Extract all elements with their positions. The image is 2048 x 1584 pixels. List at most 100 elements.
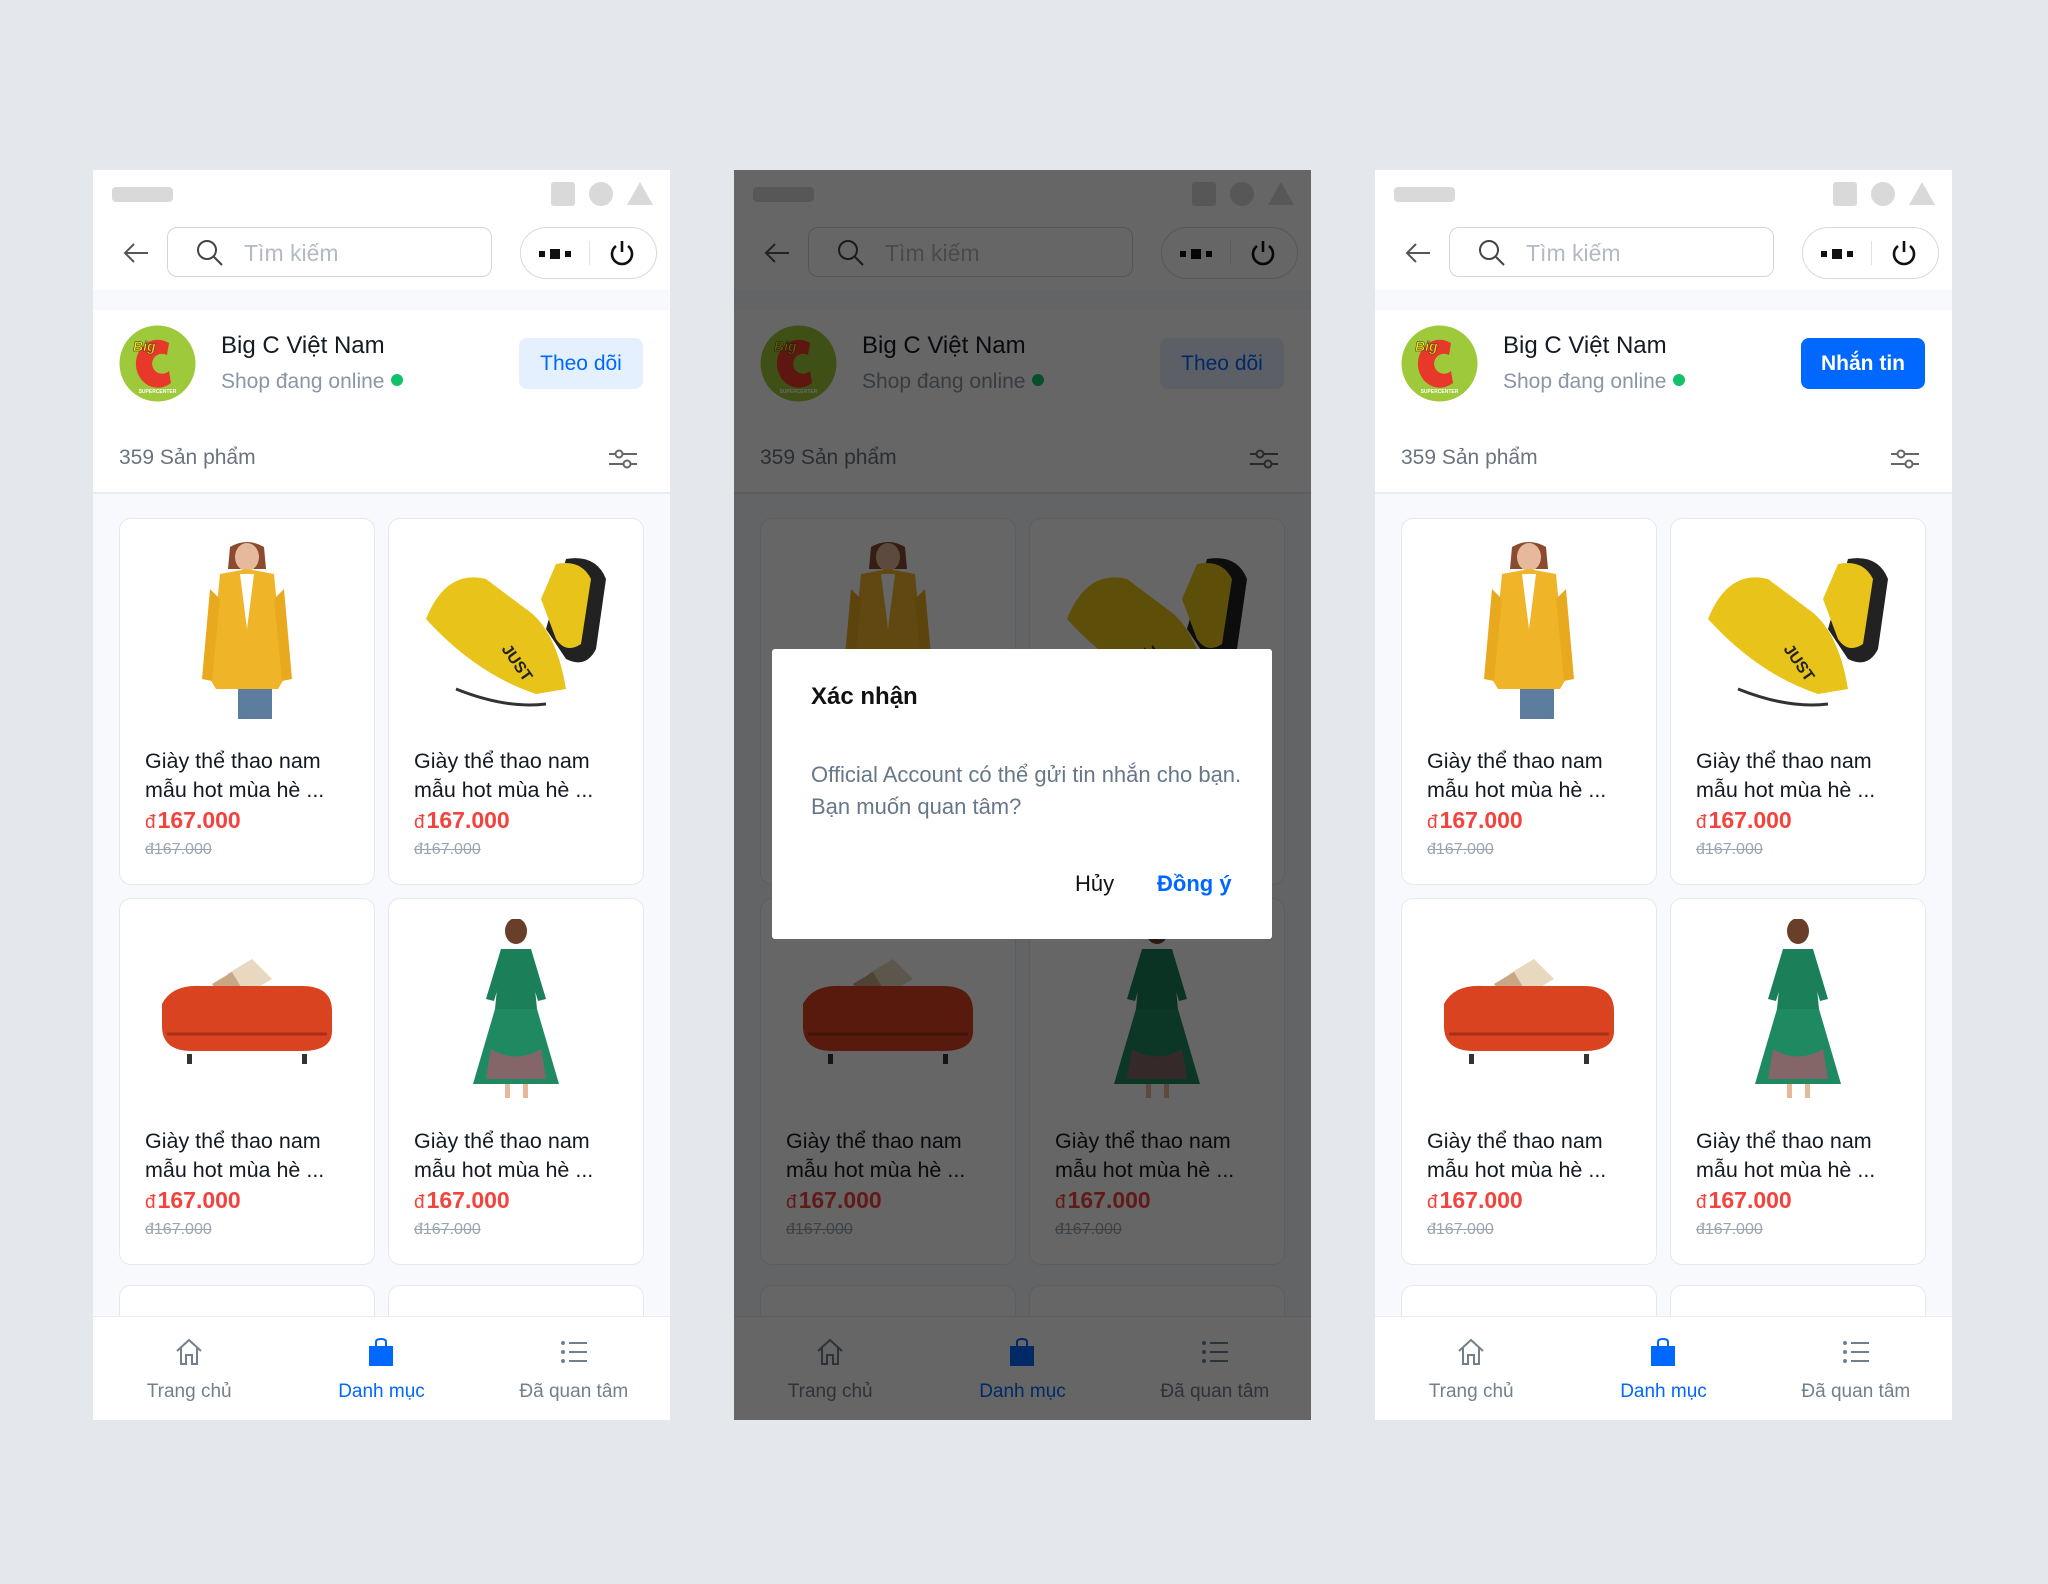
confirm-button[interactable]: Đồng ý [1157, 871, 1232, 897]
more-icon[interactable] [539, 248, 571, 260]
nav-item-1[interactable]: Danh mục [1567, 1317, 1759, 1420]
capsule-divider [1871, 241, 1872, 265]
cancel-button[interactable]: Hủy [1075, 871, 1114, 897]
product-card[interactable]: Giày thể thao nam mẫu hot mùa hè ... đ16… [1401, 898, 1657, 1265]
status-bar [1375, 170, 1952, 220]
search-input[interactable]: Tìm kiếm [1449, 227, 1774, 277]
product-old-price: đ167.000 [1696, 1221, 1763, 1238]
currency-symbol: đ [414, 812, 425, 833]
price-value: 167.000 [157, 1187, 241, 1213]
shop-name: Big C Việt Nam [221, 332, 385, 359]
shop-action-button[interactable]: Nhắn tin [1801, 338, 1925, 389]
svg-text:SUPERCENTER: SUPERCENTER [1421, 389, 1459, 395]
nav-item-0[interactable]: Trang chủ [93, 1317, 285, 1420]
svg-text:Big: Big [133, 338, 156, 354]
more-icon[interactable] [1821, 248, 1853, 260]
product-price: đ167.000 [1427, 1187, 1523, 1214]
product-card[interactable]: JUST Giày thể thao nam mẫu hot mùa hè ..… [388, 518, 644, 885]
filter-icon[interactable] [608, 446, 638, 472]
status-square-icon [551, 182, 575, 206]
price-value: 167.000 [1439, 1187, 1523, 1213]
product-image [120, 919, 374, 1099]
back-arrow-icon[interactable] [1403, 238, 1433, 268]
filter-icon[interactable] [1890, 446, 1920, 472]
product-title: Giày thể thao nam mẫu hot mùa hè ... [414, 749, 594, 802]
product-price: đ167.000 [1696, 807, 1792, 834]
product-old-price: đ167.000 [414, 841, 481, 858]
back-arrow-icon[interactable] [121, 238, 151, 268]
product-old-price: đ167.000 [1427, 841, 1494, 858]
product-price: đ167.000 [414, 807, 510, 834]
search-input[interactable]: Tìm kiếm [167, 227, 492, 277]
product-card[interactable]: Giày thể thao nam mẫu hot mùa hè ... đ16… [119, 518, 375, 885]
product-old-price: đ167.000 [414, 1221, 481, 1238]
product-price: đ167.000 [414, 1187, 510, 1214]
nav-label: Trang chủ [146, 1381, 232, 1402]
currency-symbol: đ [145, 1192, 156, 1213]
dialog-title: Xác nhận [811, 683, 918, 710]
product-card[interactable]: Giày thể thao nam mẫu hot mùa hè ... đ16… [388, 898, 644, 1265]
shop-logo[interactable]: Big SUPERCENTER [1401, 325, 1478, 402]
header-band [1375, 290, 1952, 310]
power-icon[interactable] [1890, 239, 1918, 267]
product-old-price: đ167.000 [1696, 841, 1763, 858]
search-icon [1479, 240, 1505, 266]
phone-screen: Tìm kiếm BigSUPERCENTER Big C Việt Nam S… [734, 170, 1311, 1420]
product-old-price: đ167.000 [145, 841, 212, 858]
shop-status: Shop đang online [221, 370, 404, 394]
nav-label: Đã quan tâm [1801, 1381, 1911, 1402]
shop-status-text: Shop đang online [1503, 370, 1667, 393]
product-grid: Giày thể thao nam mẫu hot mùa hè ... đ16… [1375, 492, 1952, 1420]
search-placeholder: Tìm kiếm [244, 240, 339, 266]
price-value: 167.000 [1708, 807, 1792, 833]
product-price: đ167.000 [1696, 1187, 1792, 1214]
product-card[interactable]: Giày thể thao nam mẫu hot mùa hè ... đ16… [1401, 518, 1657, 885]
mini-app-capsule [520, 227, 657, 279]
currency-symbol: đ [414, 1192, 425, 1213]
price-value: 167.000 [426, 1187, 510, 1213]
capsule-divider [589, 241, 590, 265]
status-circle-icon [1871, 182, 1895, 206]
header-band [93, 290, 670, 310]
product-grid: Giày thể thao nam mẫu hot mùa hè ... đ16… [93, 492, 670, 1420]
product-price: đ167.000 [145, 1187, 241, 1214]
currency-symbol: đ [1427, 1192, 1438, 1213]
phone-screen: Tìm kiếm BigSUPERCENTER Big C Việt Nam S… [1375, 170, 1952, 1420]
product-count: 359 Sản phẩm [119, 446, 256, 469]
product-title: Giày thể thao nam mẫu hot mùa hè ... [145, 1129, 325, 1182]
price-value: 167.000 [157, 807, 241, 833]
nav-item-2[interactable]: Đã quan tâm [478, 1317, 670, 1420]
status-bar [93, 170, 670, 220]
product-image: JUST [389, 539, 643, 719]
shop-logo[interactable]: Big SUPERCENTER [119, 325, 196, 402]
product-image [389, 919, 643, 1099]
search-icon [197, 240, 223, 266]
nav-item-0[interactable]: Trang chủ [1375, 1317, 1567, 1420]
status-triangle-icon [1909, 182, 1935, 205]
nav-label: Danh mục [1620, 1381, 1707, 1402]
power-icon[interactable] [608, 239, 636, 267]
product-old-price: đ167.000 [145, 1221, 212, 1238]
product-card[interactable]: Giày thể thao nam mẫu hot mùa hè ... đ16… [1670, 898, 1926, 1265]
status-square-icon [1833, 182, 1857, 206]
svg-text:SUPERCENTER: SUPERCENTER [139, 389, 177, 395]
product-card[interactable]: JUST Giày thể thao nam mẫu hot mùa hè ..… [1670, 518, 1926, 885]
product-title: Giày thể thao nam mẫu hot mùa hè ... [1427, 749, 1607, 802]
product-card[interactable]: Giày thể thao nam mẫu hot mùa hè ... đ16… [119, 898, 375, 1265]
mini-app-capsule [1802, 227, 1939, 279]
product-image [1671, 919, 1925, 1099]
shop-action-button[interactable]: Theo dõi [519, 338, 643, 389]
product-title: Giày thể thao nam mẫu hot mùa hè ... [1696, 1129, 1876, 1182]
product-title: Giày thể thao nam mẫu hot mùa hè ... [1427, 1129, 1607, 1182]
price-value: 167.000 [1439, 807, 1523, 833]
confirm-dialog: Xác nhận Official Account có thể gửi tin… [772, 649, 1272, 939]
product-price: đ167.000 [145, 807, 241, 834]
product-old-price: đ167.000 [1427, 1221, 1494, 1238]
online-indicator [391, 374, 404, 386]
currency-symbol: đ [1696, 1192, 1707, 1213]
currency-symbol: đ [1427, 812, 1438, 833]
shop-name: Big C Việt Nam [1503, 332, 1667, 359]
nav-item-2[interactable]: Đã quan tâm [1760, 1317, 1952, 1420]
status-triangle-icon [627, 182, 653, 205]
nav-item-1[interactable]: Danh mục [285, 1317, 477, 1420]
